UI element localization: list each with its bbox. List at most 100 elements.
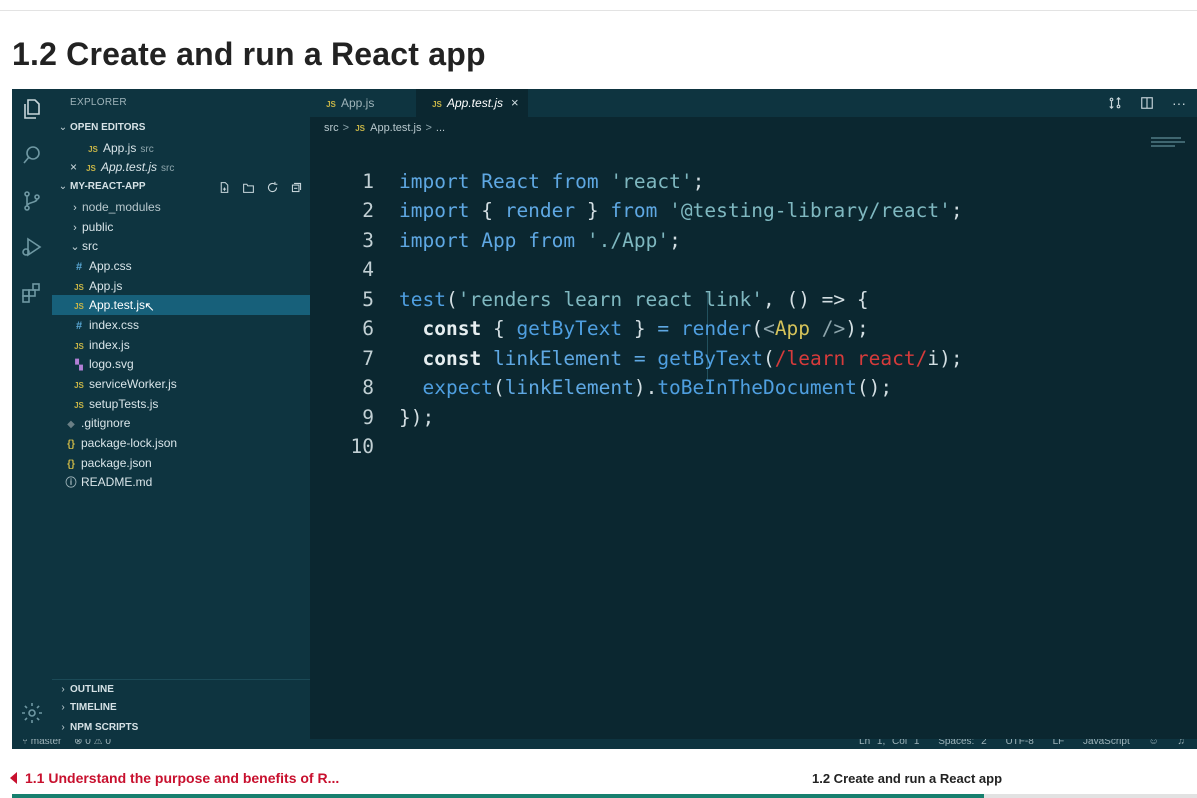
info-icon: ⓘ [65,477,77,489]
explorer-actions [216,177,304,197]
indentation[interactable]: Spaces: 2 [938,739,986,747]
file-package-json[interactable]: {} package.json [52,453,310,473]
chevron-right-icon: › [73,202,77,214]
chevron-down-icon: ⌄ [58,181,68,192]
chevron-right-icon: › [61,684,65,695]
code-line-2: 2 import { render } from '@testing-librar… [362,199,963,222]
npm-scripts-section[interactable]: › NPM SCRIPTS [52,718,310,738]
code-line-5: 5 test('renders learn react link', () => … [362,287,869,311]
feedback-icon[interactable]: ☺ [1149,739,1159,747]
folder-node-modules[interactable]: › node_modules [52,197,310,217]
explorer-sidebar: EXPLORER ⌄ OPEN EDITORS JS App.js src × JS Ap… [52,89,310,739]
code-line-1: 1 import React from 'react'; [362,169,705,193]
settings-gear-icon[interactable] [20,701,44,725]
notifications-bell-icon[interactable]: ♫ [1178,739,1186,747]
file-logo-svg[interactable]: ▚ logo.svg [52,354,310,374]
code-editor[interactable]: JS App.js JS App.test.js × ··· src > JS App.te… [310,89,1197,739]
breadcrumb-src[interactable]: src [324,122,339,134]
js-file-icon: JS [355,124,365,133]
js-file-icon: JS [74,381,84,390]
code-line-10: 10 [350,435,374,458]
compare-changes-icon[interactable] [1107,95,1123,111]
project-header[interactable]: ⌄ MY-REACT-APP [52,177,310,197]
status-bar: ⑂ master ⊗ 0 ⚠ 0 Ln 1, Col 1 Spaces: 2 U… [12,739,1197,749]
file-app-test-js[interactable]: JS App.test.js ↖ [52,295,310,315]
breadcrumb: src > JS App.test.js >... [324,122,446,134]
file-service-worker-js[interactable]: JS serviceWorker.js [52,374,310,394]
css-file-icon: # [75,261,83,273]
file-index-js[interactable]: JS index.js [52,335,310,355]
collapse-all-icon[interactable] [288,180,304,194]
file-app-js[interactable]: JS App.js [52,276,310,296]
code-line-8: 8 expect(linkElement).toBeInTheDocument(… [362,376,893,399]
progress-bar[interactable] [12,794,1197,798]
open-editors-header[interactable]: ⌄ OPEN EDITORS [52,118,310,138]
code-line-3: 3 import App from './App'; [362,228,681,252]
language-mode[interactable]: JavaScript [1083,739,1130,747]
css-file-icon: # [75,320,83,332]
chevron-right-icon: › [61,722,65,733]
code-line-6: 6 const { getByText } = render(<App />); [362,317,869,340]
chevron-right-icon: › [73,222,77,234]
close-icon[interactable]: × [70,157,84,177]
branch-label[interactable]: master [31,739,62,747]
file-readme-md[interactable]: ⓘ README.md [52,472,310,492]
new-file-icon[interactable] [216,180,232,194]
new-folder-icon[interactable] [240,180,256,194]
top-divider [0,10,1197,11]
source-control-icon[interactable] [20,189,44,213]
tab-app-test-js[interactable]: JS App.test.js × [416,89,528,117]
video-frame[interactable]: EXPLORER ⌄ OPEN EDITORS JS App.js src × JS Ap… [12,89,1197,749]
activity-bar [12,89,52,749]
close-icon[interactable]: × [511,95,519,110]
files-icon[interactable] [20,97,44,121]
refresh-icon[interactable] [264,180,280,194]
file-gitignore[interactable]: ◆ .gitignore [52,413,310,433]
progress-fill [12,794,984,798]
extensions-icon[interactable] [20,281,44,305]
caret-left-icon [10,772,17,784]
chevron-right-icon: › [61,702,65,713]
current-lesson-label: 1.2 Create and run a React app [812,771,1003,786]
chevron-down-icon: ⌄ [70,241,80,253]
json-file-icon: {} [67,439,75,450]
folder-public[interactable]: › public [52,217,310,237]
cursor-position[interactable]: Ln 1, Col 1 [859,739,919,747]
open-editor-app-test-js[interactable]: × JS App.test.js src [52,157,310,177]
encoding[interactable]: UTF-8 [1005,739,1033,747]
minimap[interactable] [1151,137,1185,149]
code-line-7: 7 const linkElement = getByText(/learn r… [362,346,963,370]
breadcrumb-file[interactable]: App.test.js [370,122,421,134]
timeline-section[interactable]: › TIMELINE [52,698,310,718]
folder-src[interactable]: ⌄ src [52,236,310,256]
previous-lesson-link[interactable]: 1.1 Understand the purpose and benefits … [10,770,339,786]
tab-app-js[interactable]: JS App.js [310,89,416,117]
chevron-down-icon: ⌄ [58,122,68,133]
git-file-icon: ◆ [67,419,75,430]
search-icon[interactable] [20,143,44,167]
js-file-icon: JS [86,164,96,173]
file-setup-tests-js[interactable]: JS setupTests.js [52,394,310,414]
page-title: 1.2 Create and run a React app [12,36,486,72]
js-file-icon: JS [326,100,336,109]
run-debug-icon[interactable] [20,235,44,259]
file-package-lock-json[interactable]: {} package-lock.json [52,433,310,453]
problems-indicator[interactable]: ⊗ 0 ⚠ 0 [74,739,111,747]
previous-lesson-label: 1.1 Understand the purpose and benefits … [25,770,340,786]
code-line-9: 9}); [362,405,435,429]
file-index-css[interactable]: # index.css [52,315,310,335]
js-file-icon: JS [432,100,442,109]
outline-section[interactable]: › OUTLINE [52,679,310,699]
file-app-css[interactable]: # App.css [52,256,310,276]
js-file-icon: JS [74,302,84,311]
svg-file-icon: ▚ [75,360,83,371]
tab-bar: JS App.js JS App.test.js × ··· [310,89,1197,117]
code-line-4: 4 [362,258,374,281]
more-actions-icon[interactable]: ··· [1171,95,1187,111]
split-editor-icon[interactable] [1139,95,1155,111]
branch-icon: ⑂ [22,739,28,747]
line-ending[interactable]: LF [1053,739,1065,747]
explorer-title: EXPLORER [70,97,127,108]
open-editor-app-js[interactable]: JS App.js src [52,138,310,158]
editor-actions: ··· [1107,95,1187,111]
